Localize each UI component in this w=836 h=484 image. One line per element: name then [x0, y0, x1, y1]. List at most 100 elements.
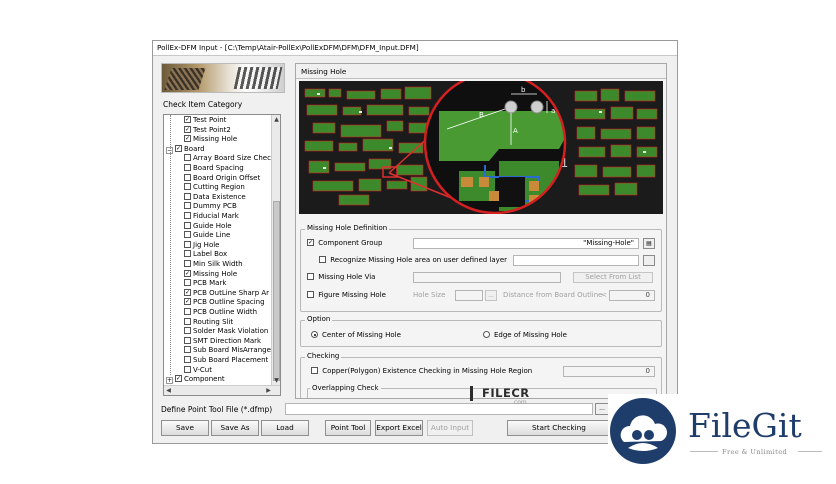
save-as-button[interactable]: Save As [211, 420, 259, 436]
scroll-thumb[interactable] [273, 201, 280, 381]
load-button[interactable]: Load [261, 420, 309, 436]
check-item-tree[interactable]: Test PointTest Point2Missing Hole−BoardA… [163, 114, 281, 396]
copper-check-option[interactable]: Copper(Polygon) Existence Checking in Mi… [311, 367, 532, 375]
tree-item-checkbox[interactable] [184, 173, 191, 181]
tree-item[interactable]: Board Spacing [184, 164, 244, 174]
tree-item-label: PCB Outline Width [193, 308, 258, 316]
tree-item[interactable]: PCB OutLine Sharp Ar [184, 288, 270, 299]
tree-item-label: Missing Hole [193, 269, 238, 278]
figure-missing-hole-checkbox[interactable] [307, 291, 314, 298]
tree-item[interactable]: Test Point2 [184, 125, 231, 136]
tree-item-checkbox[interactable] [184, 365, 191, 373]
tree-item[interactable]: Solder Mask Violation [184, 327, 268, 337]
tree-item[interactable]: Missing Hole [184, 269, 238, 280]
dim-label-B: B [479, 111, 484, 119]
tree-item-checkbox[interactable] [184, 279, 191, 287]
tree-item-checkbox[interactable] [184, 298, 191, 306]
tree-item-checkbox[interactable] [184, 250, 191, 258]
tree-horizontal-scrollbar[interactable]: ◀ ▶ [164, 385, 280, 395]
user-layer-browse-button[interactable] [643, 255, 655, 266]
tree-item[interactable]: Guide Hole [184, 221, 232, 232]
tree-item[interactable]: Dummy PCB [184, 202, 237, 212]
scroll-left-arrow-icon[interactable]: ◀ [164, 386, 173, 395]
scroll-right-arrow-icon[interactable]: ▶ [264, 386, 273, 395]
tree-item-checkbox[interactable] [184, 288, 191, 296]
tree-item-label: Board Origin Offset [193, 173, 261, 182]
tree-item-checkbox[interactable] [184, 260, 191, 267]
recognize-label: Recognize Missing Hole area on user defi… [330, 256, 508, 264]
tree-item-label: PCB Outline Spacing [193, 298, 265, 307]
tree-item[interactable]: Jig Hole [184, 240, 219, 251]
tree-item-label: PCB OutLine Sharp Ar [193, 288, 270, 297]
start-checking-button[interactable]: Start Checking [507, 420, 611, 436]
tree-item-checkbox[interactable] [184, 356, 191, 363]
point-tool-button[interactable]: Point Tool [325, 420, 371, 436]
recognize-option[interactable]: Recognize Missing Hole area on user defi… [319, 256, 507, 264]
tree-item[interactable]: Sub Board MisArrange [184, 346, 271, 356]
figure-missing-hole-option[interactable]: Figure Missing Hole [307, 291, 386, 299]
tree-item[interactable]: Test Point [184, 116, 226, 126]
tree-item-checkbox[interactable] [184, 336, 191, 344]
tree-item[interactable]: −Board [166, 144, 205, 155]
edge-radio[interactable] [483, 331, 490, 338]
center-of-missing-hole-option[interactable]: Center of Missing Hole [311, 331, 401, 339]
tree-item-checkbox[interactable] [184, 154, 191, 162]
expand-icon[interactable]: + [166, 377, 173, 385]
missing-via-option[interactable]: Missing Hole Via [307, 273, 375, 281]
tree-item-checkbox[interactable] [184, 221, 191, 229]
tree-item-checkbox[interactable] [175, 144, 182, 152]
edge-of-missing-hole-option[interactable]: Edge of Missing Hole [483, 331, 567, 339]
tree-item-checkbox[interactable] [184, 212, 191, 219]
component-group-browse-button[interactable]: ▤ [643, 238, 655, 249]
scroll-down-arrow-icon[interactable]: ▼ [272, 376, 280, 385]
tree-item-checkbox[interactable] [184, 231, 191, 239]
tree-item-checkbox[interactable] [184, 308, 191, 315]
user-layer-field[interactable] [513, 255, 639, 266]
tree-item[interactable]: Data Existence [184, 192, 246, 203]
tree-item-checkbox[interactable] [184, 164, 191, 171]
tree-item[interactable]: Label Box [184, 250, 227, 260]
tree-item[interactable]: PCB Mark [184, 279, 226, 289]
copper-check-checkbox[interactable] [311, 367, 318, 374]
tree-item-checkbox[interactable] [184, 269, 191, 277]
tree-item[interactable]: Guide Line [184, 231, 230, 241]
tree-item[interactable]: Missing Hole [184, 135, 237, 145]
select-from-list-button[interactable]: Select From List [573, 272, 653, 283]
tree-item[interactable]: + Component [166, 375, 225, 385]
recognize-checkbox[interactable] [319, 256, 326, 263]
tree-item-checkbox[interactable] [184, 125, 191, 133]
tree-vertical-scrollbar[interactable]: ▲ ▼ [271, 115, 280, 385]
tree-item[interactable]: Routing Slit [184, 317, 233, 328]
save-button[interactable]: Save [161, 420, 209, 436]
tree-item[interactable]: Fiducial Mark [184, 212, 239, 222]
tree-item[interactable]: V-Cut [184, 365, 212, 376]
tree-item-checkbox[interactable] [175, 375, 182, 383]
tree-item-checkbox[interactable] [184, 192, 191, 200]
tree-item[interactable]: Board Origin Offset [184, 173, 261, 184]
tree-item-label: Missing Hole [193, 135, 238, 144]
tree-item-checkbox[interactable] [184, 346, 191, 354]
tree-item-checkbox[interactable] [184, 202, 191, 210]
center-radio[interactable] [311, 331, 318, 338]
tree-item[interactable]: Sub Board Placement [184, 356, 268, 366]
point-tool-file-browse-button[interactable]: ... [595, 403, 609, 415]
tree-item-checkbox[interactable] [184, 135, 191, 143]
tree-item-checkbox[interactable] [184, 317, 191, 325]
tree-item[interactable]: SMT Direction Mark [184, 336, 261, 347]
tree-item-checkbox[interactable] [184, 116, 191, 123]
missing-via-checkbox[interactable] [307, 273, 314, 280]
hole-size-field [455, 290, 483, 301]
tree-item[interactable]: PCB Outline Width [184, 308, 257, 318]
export-excel-button[interactable]: Export Excel [375, 420, 423, 436]
tree-item[interactable]: PCB Outline Spacing [184, 298, 265, 308]
tree-item-checkbox[interactable] [184, 327, 191, 335]
component-group-checkbox[interactable] [307, 239, 314, 246]
tree-item[interactable]: Min Silk Width [184, 260, 243, 270]
tree-item[interactable]: Cutting Region [184, 183, 245, 193]
tree-item-checkbox[interactable] [184, 183, 191, 191]
component-group-option[interactable]: Component Group [307, 239, 382, 247]
tree-item-checkbox[interactable] [184, 240, 191, 248]
component-group-field[interactable]: "Missing-Hole" [413, 238, 639, 249]
tree-item[interactable]: Array Board Size Chec [184, 154, 271, 164]
scroll-up-arrow-icon[interactable]: ▲ [272, 115, 280, 124]
